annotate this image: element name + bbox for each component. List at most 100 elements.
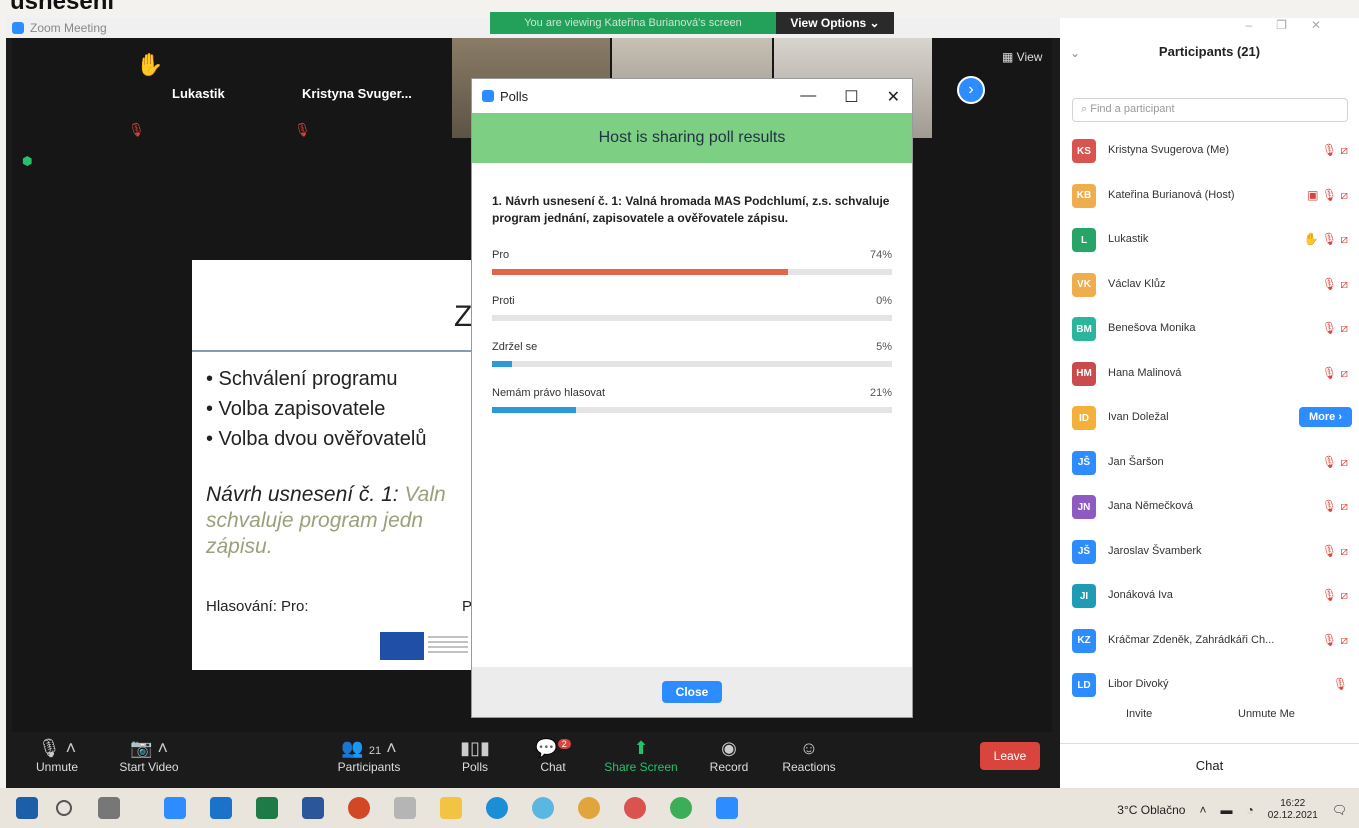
participant-status-icon[interactable]: 🎙 ⧄	[1322, 366, 1348, 381]
unmute-button[interactable]: 🎙 ˄ Unmute	[12, 738, 102, 774]
participants-button[interactable]: 👥 21 ˄ Participants	[324, 738, 414, 774]
maximize-icon[interactable]: ☐	[844, 87, 858, 107]
unmute-me-button[interactable]: Unmute Me	[1238, 708, 1295, 720]
next-page-icon[interactable]: ›	[957, 76, 985, 104]
participant-status-icon[interactable]: 🎙	[1333, 677, 1348, 691]
more-button[interactable]: More ›	[1299, 407, 1352, 427]
record-button[interactable]: ◉ Record	[684, 738, 774, 774]
participant-row[interactable]: KB Kateřina Burianová (Host) ▣ 🎙 ⧄	[1072, 181, 1354, 211]
invite-button[interactable]: Invite	[1126, 708, 1152, 720]
reactions-label: Reactions	[782, 760, 836, 774]
avatar: KB	[1072, 183, 1096, 208]
close-icon[interactable]: ✕	[887, 87, 900, 107]
participant-status-icon[interactable]: 🎙 ⧄	[1322, 277, 1348, 292]
poll-option-percent: 74%	[869, 249, 892, 261]
participant-row[interactable]: ID Ivan Doležal More ›	[1072, 403, 1354, 433]
participant-row[interactable]: JŠ Jaroslav Švamberk 🎙 ⧄	[1072, 537, 1354, 567]
participant-status-icon[interactable]: 🎙 ⧄	[1322, 633, 1348, 648]
edge-icon[interactable]	[486, 797, 508, 819]
participant-status-icon[interactable]: 🎙 ⧄	[1322, 321, 1348, 336]
word-icon[interactable]	[302, 797, 324, 819]
chrome-icon[interactable]	[624, 797, 646, 819]
system-tray: 3°C Oblačno ˄ ▬ ◔ 16:22 02.12.2021 🗨	[1117, 798, 1347, 822]
chat-badge: 2	[557, 739, 571, 749]
motion-text: Valn	[398, 483, 446, 506]
participant-row[interactable]: KZ Kráčmar Zdeněk, Zahrádkáři Ch... 🎙 ⧄	[1072, 626, 1354, 656]
view-options-button[interactable]: View Options ⌄	[776, 12, 894, 34]
zoom-taskbar-icon[interactable]	[164, 797, 186, 819]
participants-panel: –❐✕ ⌄ Participants (21) ⌕ Find a partici…	[1060, 18, 1359, 788]
powerpoint-icon[interactable]	[348, 797, 370, 819]
chat-label: Chat	[540, 760, 566, 774]
chrome-icon[interactable]	[670, 797, 692, 819]
task-view-icon[interactable]	[98, 797, 120, 819]
volume-icon[interactable]: ◔	[1246, 803, 1253, 817]
participant-status-icon[interactable]: 🎙 ⧄	[1322, 544, 1348, 559]
restore-icon[interactable]: ❐	[1276, 18, 1311, 32]
clock[interactable]: 16:22 02.12.2021	[1268, 798, 1318, 822]
participant-name: Jonáková Iva	[1108, 589, 1173, 601]
poll-option-label: Pro	[492, 249, 510, 261]
participant-search-input[interactable]: ⌕ Find a participant	[1072, 98, 1348, 122]
polls-label: Polls	[461, 760, 488, 774]
leave-button[interactable]: Leave	[980, 742, 1040, 770]
participants-icon: 👥 21 ˄	[341, 738, 397, 758]
poll-option-label: Proti	[492, 295, 515, 307]
participant-status-icon[interactable]: 🎙 ⧄	[1322, 455, 1348, 470]
minimize-icon[interactable]: —	[800, 87, 816, 107]
polls-window: Polls — ☐ ✕ Host is sharing poll results…	[471, 78, 913, 718]
minimize-icon[interactable]: –	[1245, 18, 1276, 32]
chat-button[interactable]: 💬 2 Chat	[508, 738, 598, 774]
participant-status-icon[interactable]: ✋ 🎙 ⧄	[1304, 232, 1348, 247]
participant-name: Jaroslav Švamberk	[1108, 544, 1202, 557]
participant-status-icon[interactable]: 🎙 ⧄	[1322, 499, 1348, 514]
eu-flag-logo	[380, 632, 424, 660]
chrome-icon[interactable]	[578, 797, 600, 819]
motion-text: schvaluje program jedn	[206, 509, 424, 532]
participant-row[interactable]: BM Benešova Monika 🎙 ⧄	[1072, 314, 1354, 344]
participant-row[interactable]: VK Václav Klůz 🎙 ⧄	[1072, 270, 1354, 300]
outlook-icon[interactable]	[210, 797, 232, 819]
search-icon[interactable]	[56, 800, 72, 816]
close-button[interactable]: Close	[661, 681, 723, 703]
excel-icon[interactable]	[256, 797, 278, 819]
poll-question: 1. Návrh usnesení č. 1: Valná hromada MA…	[492, 194, 890, 225]
tray-chevron-icon[interactable]: ˄	[1199, 803, 1206, 817]
eu-logo-text	[428, 636, 468, 656]
slide-bullet: • Schválení programu	[206, 368, 398, 390]
motion-label: Návrh usnesení č. 1:	[206, 483, 399, 506]
participant-row[interactable]: HM Hana Malinová 🎙 ⧄	[1072, 359, 1354, 389]
participant-status-icon[interactable]: 🎙 ⧄	[1322, 588, 1348, 603]
participant-row[interactable]: KS Kristyna Svugerova (Me) 🎙 ⧄	[1072, 136, 1354, 166]
polls-button[interactable]: ▮▯▮ Polls	[430, 738, 520, 774]
poll-option: Proti 0%	[492, 295, 892, 321]
participant-row[interactable]: JŠ Jan Šaršon 🎙 ⧄	[1072, 448, 1354, 478]
app-icon[interactable]	[394, 797, 416, 819]
zoom-taskbar-icon[interactable]	[716, 797, 738, 819]
share-screen-label: Share Screen	[604, 760, 678, 774]
poll-option-track	[492, 315, 892, 321]
participant-status-icon[interactable]: 🎙 ⧄	[1322, 143, 1348, 158]
grid-icon: ▦	[1002, 50, 1017, 64]
participant-row[interactable]: L Lukastik ✋ 🎙 ⧄	[1072, 225, 1354, 255]
share-screen-button[interactable]: ⬆ Share Screen	[596, 738, 686, 774]
chat-section-title[interactable]: Chat	[1060, 758, 1359, 773]
participant-row[interactable]: JN Jana Němečková 🎙 ⧄	[1072, 492, 1354, 522]
participant-name: Ivan Doležal	[1108, 411, 1169, 423]
weather-text[interactable]: 3°C Oblačno	[1117, 803, 1185, 817]
start-video-button[interactable]: 📷 ˄ Start Video	[104, 738, 194, 774]
view-button[interactable]: ▦ View	[1002, 50, 1042, 64]
notifications-icon[interactable]: 🗨	[1332, 803, 1347, 817]
zoom-app-icon	[482, 90, 494, 102]
close-icon[interactable]: ✕	[1311, 18, 1345, 32]
windows-start-icon[interactable]	[16, 797, 38, 819]
browser-icon[interactable]	[532, 797, 554, 819]
network-icon[interactable]: ▬	[1220, 803, 1232, 817]
participants-count: 21	[368, 745, 382, 757]
participant-status-icon[interactable]: ▣ 🎙 ⧄	[1307, 188, 1348, 203]
muted-mic-icon: 🎙	[128, 122, 145, 137]
participant-row[interactable]: JI Jonáková Iva 🎙 ⧄	[1072, 581, 1354, 611]
file-explorer-icon[interactable]	[440, 797, 462, 819]
reactions-button[interactable]: ☺ Reactions	[764, 738, 854, 774]
participant-row[interactable]: LD Libor Divoký 🎙	[1072, 670, 1354, 700]
